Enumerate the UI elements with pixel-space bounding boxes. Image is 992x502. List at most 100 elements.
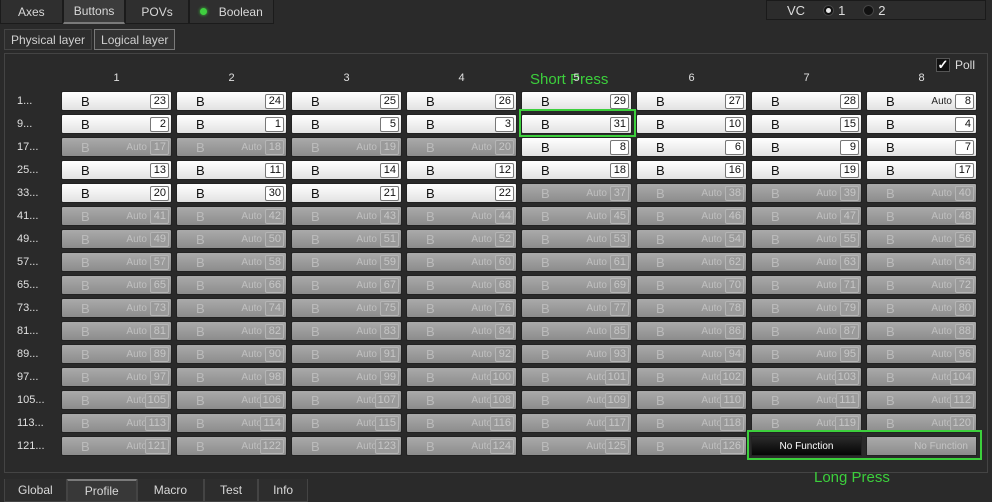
button-cell[interactable]: B Auto 52: [406, 229, 517, 249]
button-cell[interactable]: B Auto 102: [636, 367, 747, 387]
button-cell[interactable]: B Auto 70: [636, 275, 747, 295]
button-cell[interactable]: B Auto 89: [61, 344, 172, 364]
button-cell[interactable]: B Auto 43: [291, 206, 402, 226]
button-cell[interactable]: B 19: [751, 160, 862, 180]
button-cell[interactable]: B Auto 73: [61, 298, 172, 318]
button-cell[interactable]: B Auto 58: [176, 252, 287, 272]
button-cell[interactable]: B5: [291, 114, 402, 134]
button-cell[interactable]: B Auto 114: [176, 413, 287, 433]
button-cell[interactable]: B Auto 68: [406, 275, 517, 295]
button-cell[interactable]: B Auto 120: [866, 413, 977, 433]
button-cell[interactable]: B Auto 86: [636, 321, 747, 341]
button-cell[interactable]: B Auto 113: [61, 413, 172, 433]
tab-physical-layer[interactable]: Physical layer: [4, 29, 93, 50]
button-cell[interactable]: B Auto 60: [406, 252, 517, 272]
button-cell[interactable]: B Auto 49: [61, 229, 172, 249]
button-cell[interactable]: B Auto 124: [406, 436, 517, 456]
button-cell[interactable]: B Auto 39: [751, 183, 862, 203]
button-cell[interactable]: B 12: [406, 160, 517, 180]
button-cell[interactable]: B 18: [521, 160, 632, 180]
button-cell[interactable]: B 21: [291, 183, 402, 203]
tab-axes[interactable]: Axes: [0, 0, 63, 24]
button-cell[interactable]: B Auto 48: [866, 206, 977, 226]
button-cell[interactable]: B 25: [291, 91, 402, 111]
button-cell[interactable]: B Auto 18: [176, 137, 287, 157]
button-cell[interactable]: B Auto 97: [61, 367, 172, 387]
button-cell[interactable]: B Auto 79: [751, 298, 862, 318]
button-cell[interactable]: B Auto 44: [406, 206, 517, 226]
button-cell[interactable]: B6: [636, 137, 747, 157]
button-cell[interactable]: B 22: [406, 183, 517, 203]
button-cell[interactable]: B Auto 99: [291, 367, 402, 387]
button-cell[interactable]: B Auto 95: [751, 344, 862, 364]
button-cell[interactable]: B Auto 57: [61, 252, 172, 272]
button-cell[interactable]: B Auto 87: [751, 321, 862, 341]
button-cell[interactable]: B Auto 85: [521, 321, 632, 341]
tab-boolean[interactable]: Boolean: [188, 0, 274, 24]
button-cell[interactable]: B Auto 111: [751, 390, 862, 410]
button-cell[interactable]: B Auto 101: [521, 367, 632, 387]
button-cell[interactable]: B Auto 75: [291, 298, 402, 318]
button-cell[interactable]: B Auto 80: [866, 298, 977, 318]
button-cell[interactable]: B Auto 51: [291, 229, 402, 249]
vc-option-2[interactable]: 2: [863, 3, 886, 18]
button-cell[interactable]: B Auto 118: [636, 413, 747, 433]
button-cell[interactable]: B 28: [751, 91, 862, 111]
button-cell[interactable]: B Auto 88: [866, 321, 977, 341]
button-cell[interactable]: B Auto 59: [291, 252, 402, 272]
tab-profile[interactable]: Profile: [66, 479, 137, 502]
button-cell[interactable]: B Auto 104: [866, 367, 977, 387]
button-cell[interactable]: B Auto 107: [291, 390, 402, 410]
button-cell[interactable]: B Auto 50: [176, 229, 287, 249]
button-cell[interactable]: B Auto 71: [751, 275, 862, 295]
button-cell[interactable]: B Auto 20: [406, 137, 517, 157]
button-cell[interactable]: B Auto 126: [636, 436, 747, 456]
button-cell[interactable]: B7: [866, 137, 977, 157]
button-cell[interactable]: B Auto 53: [521, 229, 632, 249]
button-cell[interactable]: B Auto 93: [521, 344, 632, 364]
button-cell[interactable]: B Auto 123: [291, 436, 402, 456]
tab-info[interactable]: Info: [258, 479, 309, 502]
button-cell[interactable]: B Auto 45: [521, 206, 632, 226]
button-cell[interactable]: B Auto 77: [521, 298, 632, 318]
button-cell[interactable]: B Auto 76: [406, 298, 517, 318]
radio-unselected-icon[interactable]: [863, 4, 875, 16]
button-cell[interactable]: B Auto 61: [521, 252, 632, 272]
button-cell[interactable]: B Auto 81: [61, 321, 172, 341]
button-cell[interactable]: B Auto 90: [176, 344, 287, 364]
poll-toggle[interactable]: ✓ Poll: [936, 58, 975, 72]
button-cell[interactable]: B 10: [636, 114, 747, 134]
button-cell[interactable]: B 27: [636, 91, 747, 111]
button-cell[interactable]: B Auto 72: [866, 275, 977, 295]
button-cell[interactable]: B Auto 117: [521, 413, 632, 433]
button-cell[interactable]: B Auto 56: [866, 229, 977, 249]
button-cell[interactable]: B9: [751, 137, 862, 157]
button-cell[interactable]: B Auto 105: [61, 390, 172, 410]
button-cell[interactable]: B 26: [406, 91, 517, 111]
button-cell[interactable]: B Auto 83: [291, 321, 402, 341]
button-cell[interactable]: B Auto 96: [866, 344, 977, 364]
button-cell[interactable]: B 14: [291, 160, 402, 180]
button-cell[interactable]: B Auto 74: [176, 298, 287, 318]
tab-macro[interactable]: Macro: [136, 479, 205, 502]
button-cell[interactable]: B2: [61, 114, 172, 134]
button-cell[interactable]: B Auto 112: [866, 390, 977, 410]
button-cell[interactable]: B Auto 40: [866, 183, 977, 203]
tab-test[interactable]: Test: [204, 479, 259, 502]
no-function-button[interactable]: No Function: [751, 436, 862, 456]
button-cell[interactable]: B Auto 66: [176, 275, 287, 295]
button-cell[interactable]: B Auto 103: [751, 367, 862, 387]
button-cell[interactable]: B Auto 115: [291, 413, 402, 433]
button-cell[interactable]: B Auto 19: [291, 137, 402, 157]
button-cell[interactable]: B Auto 100: [406, 367, 517, 387]
button-cell[interactable]: B 13: [61, 160, 172, 180]
button-cell[interactable]: B 15: [751, 114, 862, 134]
button-cell[interactable]: B Auto 116: [406, 413, 517, 433]
button-cell[interactable]: B Auto 82: [176, 321, 287, 341]
button-cell[interactable]: B Auto 54: [636, 229, 747, 249]
tab-buttons[interactable]: Buttons: [62, 0, 126, 24]
no-function-button[interactable]: No Function: [866, 436, 977, 456]
button-cell[interactable]: B Auto 17: [61, 137, 172, 157]
vc-option-1[interactable]: 1: [823, 3, 845, 18]
tab-povs[interactable]: POVs: [125, 0, 189, 24]
